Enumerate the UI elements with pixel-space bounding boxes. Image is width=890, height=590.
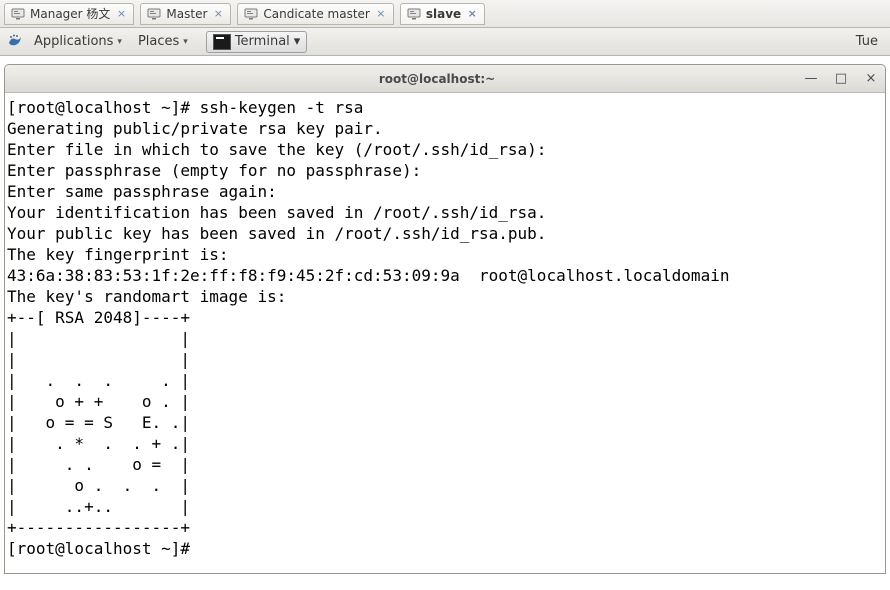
workspace: root@localhost:~ — □ × [root@localhost ~… [0,56,890,590]
vm-tab-manager[interactable]: Manager 杨文 × [4,3,134,25]
close-icon[interactable]: × [375,8,387,20]
terminal-icon [213,34,231,50]
terminal-output[interactable]: [root@localhost ~]# ssh-keygen -t rsa Ge… [5,93,885,573]
vm-tab-label: Manager 杨文 [30,5,110,22]
window-controls: — □ × [803,71,879,86]
vm-tab-label: slave [426,7,461,21]
clock[interactable]: Tue [856,34,884,49]
monitor-icon [407,7,421,21]
vm-tab-slave[interactable]: slave × [400,3,485,25]
vm-tab-master[interactable]: Master × [140,3,231,25]
maximize-button[interactable]: □ [833,71,849,86]
taskbar-app-label: Terminal [235,34,290,49]
menu-label: Places [138,34,179,49]
close-icon[interactable]: × [212,8,224,20]
chevron-down-icon: ▾ [183,37,188,47]
desktop-top-bar: Applications ▾ Places ▾ Terminal ▾ Tue [0,28,890,56]
menu-applications[interactable]: Applications ▾ [28,32,128,51]
terminal-window: root@localhost:~ — □ × [root@localhost ~… [4,64,886,574]
menu-label: Applications [34,34,113,49]
taskbar-app-terminal[interactable]: Terminal ▾ [206,31,307,53]
menu-places[interactable]: Places ▾ [132,32,194,51]
minimize-button[interactable]: — [803,71,819,86]
monitor-icon [244,7,258,21]
chevron-down-icon: ▾ [117,37,122,47]
vm-tab-label: Candicate master [263,7,369,21]
vm-tabs-bar: Manager 杨文 × Master × Candicate master ×… [0,0,890,28]
close-icon[interactable]: × [466,8,478,20]
vm-tab-label: Master [166,7,207,21]
chevron-down-icon: ▾ [294,34,301,49]
foot-icon [6,31,24,53]
close-icon[interactable]: × [115,8,127,20]
window-title: root@localhost:~ [71,72,803,86]
monitor-icon [11,7,25,21]
monitor-icon [147,7,161,21]
close-button[interactable]: × [863,71,879,86]
terminal-titlebar[interactable]: root@localhost:~ — □ × [5,65,885,93]
vm-tab-candidate-master[interactable]: Candicate master × [237,3,393,25]
